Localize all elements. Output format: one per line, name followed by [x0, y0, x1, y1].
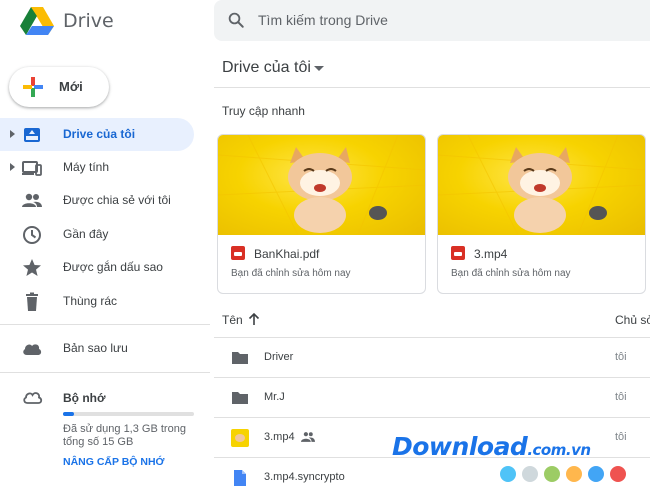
sidebar-item-computers[interactable]: Máy tính: [0, 151, 194, 184]
storage-progress-bar: [63, 412, 194, 416]
new-button-label: Mới: [59, 79, 83, 94]
file-owner: tôi: [615, 351, 627, 363]
video-thumbnail-icon: [231, 429, 249, 447]
cloud-icon: [23, 344, 42, 355]
page-title[interactable]: Drive của tôi: [222, 59, 311, 77]
quick-access-subtitle: Bạn đã chỉnh sửa hôm nay: [451, 268, 571, 279]
quick-access-card[interactable]: 3.mp4 Bạn đã chỉnh sửa hôm nay: [437, 134, 646, 294]
watermark-dot: [544, 466, 560, 482]
clock-icon: [23, 226, 41, 244]
pdf-file-icon: [231, 246, 245, 260]
trash-icon: [26, 292, 38, 311]
cat-thumbnail-image: [438, 135, 645, 235]
drive-logo-icon[interactable]: [20, 6, 54, 36]
file-owner: tôi: [615, 431, 627, 443]
sidebar-divider: [0, 324, 210, 325]
sidebar-item-label: Gần đây: [63, 227, 109, 241]
file-name: Mr.J: [264, 391, 285, 403]
expand-caret-icon[interactable]: [10, 130, 15, 138]
watermark-dot: [566, 466, 582, 482]
cloud-outline-icon: [23, 392, 43, 404]
video-file-icon: [451, 246, 465, 260]
sidebar-item-trash[interactable]: Thùng rác: [0, 285, 194, 318]
expand-caret-icon[interactable]: [10, 163, 15, 171]
table-row[interactable]: 3.mp4.syncrypto: [214, 457, 650, 495]
quick-access-file-name: 3.mp4: [474, 247, 508, 261]
file-icon: [234, 470, 246, 486]
folder-icon: [232, 392, 248, 404]
column-header-owner[interactable]: Chủ sở: [615, 313, 650, 327]
quick-access-label: Truy cập nhanh: [222, 104, 305, 118]
arrow-up-icon[interactable]: [247, 312, 261, 326]
folder-icon: [232, 352, 248, 364]
sidebar-item-label: Được chia sẻ với tôi: [63, 193, 171, 207]
chevron-down-icon[interactable]: [314, 66, 324, 71]
plus-icon: [23, 77, 43, 97]
sidebar-item-label: Máy tính: [63, 160, 110, 174]
watermark-text: Download: [392, 432, 528, 461]
sidebar-item-backups[interactable]: Bản sao lưu: [0, 332, 194, 365]
computer-icon: [22, 161, 42, 176]
file-owner: tôi: [615, 391, 627, 403]
watermark-suffix: .com.vn: [527, 441, 591, 459]
star-icon: [23, 259, 41, 276]
storage-label: Bộ nhớ: [63, 391, 106, 405]
cat-thumbnail-image: [218, 135, 425, 235]
column-header-name[interactable]: Tên: [222, 313, 243, 327]
search-bar[interactable]: Tìm kiếm trong Drive: [214, 0, 650, 41]
quick-access-file-name: BanKhai.pdf: [254, 247, 320, 261]
storage-usage-text: Đã sử dụng 1,3 GB trong tổng số 15 GB: [63, 423, 186, 448]
watermark-dot: [588, 466, 604, 482]
sidebar-item-label: Thùng rác: [63, 294, 118, 308]
file-name: 3.mp4.syncrypto: [264, 471, 345, 483]
sidebar-item-my-drive[interactable]: Drive của tôi: [0, 118, 194, 151]
file-name: 3.mp4: [264, 431, 295, 443]
watermark-dot: [500, 466, 516, 482]
table-row[interactable]: Driver tôi: [214, 337, 650, 377]
sidebar-item-recent[interactable]: Gần đây: [0, 218, 194, 251]
watermark-dot: [522, 466, 538, 482]
quick-access-subtitle: Bạn đã chỉnh sửa hôm nay: [231, 268, 351, 279]
shared-people-icon: [22, 193, 42, 207]
quick-access-card[interactable]: BanKhai.pdf Bạn đã chỉnh sửa hôm nay: [217, 134, 426, 294]
sidebar-item-starred[interactable]: Được gắn dấu sao: [0, 251, 194, 284]
download-watermark: Download.com.vn: [392, 432, 591, 461]
table-row[interactable]: Mr.J tôi: [214, 377, 650, 417]
search-placeholder[interactable]: Tìm kiếm trong Drive: [258, 12, 388, 28]
app-name[interactable]: Drive: [63, 10, 114, 32]
shared-people-icon: [301, 432, 315, 442]
watermark-dot: [610, 466, 626, 482]
main-divider: [214, 87, 650, 88]
sidebar-item-shared[interactable]: Được chia sẻ với tôi: [0, 184, 194, 217]
new-button[interactable]: Mới: [9, 67, 109, 107]
search-icon[interactable]: [227, 11, 245, 29]
my-drive-icon: [24, 128, 40, 142]
upgrade-storage-link[interactable]: NÂNG CẤP BỘ NHỚ: [63, 456, 165, 468]
sidebar-item-label: Được gắn dấu sao: [63, 260, 163, 274]
file-name: Driver: [264, 351, 294, 363]
sidebar-item-label: Drive của tôi: [63, 127, 136, 141]
sidebar-divider: [0, 372, 210, 373]
sidebar-item-label: Bản sao lưu: [63, 341, 128, 355]
storage-progress-fill: [63, 412, 75, 416]
